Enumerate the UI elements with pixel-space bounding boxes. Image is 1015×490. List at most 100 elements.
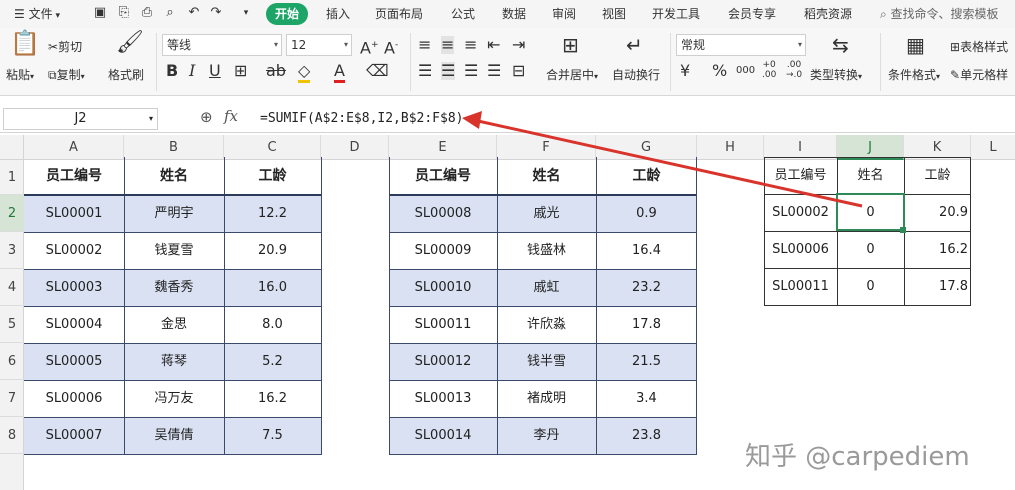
header-cell[interactable]: 工龄	[596, 157, 697, 195]
cell-id[interactable]: SL00004	[24, 306, 124, 343]
file-menu[interactable]: ☰ 文件 ▾	[14, 0, 60, 28]
copy-button[interactable]: ⧉复制▾	[48, 66, 85, 83]
justify-icon[interactable]: ☰	[487, 62, 501, 80]
cell-tenure[interactable]: 16.2	[224, 380, 321, 417]
decrease-decimal-icon[interactable]: .00 →.0	[786, 60, 802, 80]
cell-tenure[interactable]: 16.0	[224, 269, 321, 306]
tab-developer[interactable]: 开发工具	[652, 0, 700, 28]
cell-name-result[interactable]: 0	[837, 268, 904, 305]
cell-id[interactable]: SL00007	[24, 417, 124, 454]
table-style-button[interactable]: ⊞表格样式	[950, 38, 1008, 55]
cell-name[interactable]: 钱盛林	[497, 232, 596, 269]
row-header-5[interactable]: 5	[0, 306, 24, 343]
command-search[interactable]: ⌕ 查找命令、搜索模板	[880, 0, 999, 28]
row-header-3[interactable]: 3	[0, 232, 24, 269]
row-header-7[interactable]: 7	[0, 380, 24, 417]
cell-name-result[interactable]: 0	[837, 231, 904, 268]
cell-tenure[interactable]: 17.8	[904, 268, 971, 305]
conditional-format-icon[interactable]: ▦	[906, 35, 925, 55]
cell-tenure[interactable]: 12.2	[224, 195, 321, 232]
header-cell[interactable]: 工龄	[224, 157, 321, 195]
decrease-indent-icon[interactable]: ⇤	[487, 36, 500, 54]
cell-tenure[interactable]: 16.2	[904, 231, 971, 268]
increase-font-icon[interactable]: A+	[360, 36, 379, 57]
type-convert-button[interactable]: 类型转换▾	[810, 66, 862, 83]
underline-icon[interactable]: U	[209, 62, 221, 80]
cell-tenure[interactable]: 7.5	[224, 417, 321, 454]
thousands-icon[interactable]: 000	[736, 62, 755, 80]
font-color-icon[interactable]: A	[334, 61, 345, 83]
fill-handle[interactable]	[900, 227, 906, 233]
decrease-font-icon[interactable]: A-	[384, 36, 398, 57]
align-bottom-icon[interactable]: ≡	[464, 36, 477, 54]
cell-id[interactable]: SL00006	[24, 380, 124, 417]
cell-name[interactable]: 吴倩倩	[124, 417, 224, 454]
italic-icon[interactable]: I	[189, 62, 195, 80]
cell-style-button[interactable]: ✎单元格样	[950, 66, 1008, 83]
increase-indent-icon[interactable]: ⇥	[512, 36, 525, 54]
cell-id[interactable]: SL00003	[24, 269, 124, 306]
save-icon[interactable]: ▣	[92, 5, 108, 21]
tab-member[interactable]: 会员专享	[728, 0, 776, 28]
currency-icon[interactable]: ¥	[680, 62, 690, 80]
undo-icon[interactable]: ↶	[186, 5, 202, 21]
tab-docer[interactable]: 稻壳资源	[804, 0, 852, 28]
number-format-select[interactable]: 常规 ▾	[676, 34, 806, 56]
align-right-icon[interactable]: ☰	[464, 62, 478, 80]
header-cell[interactable]: 员工编号	[24, 157, 124, 195]
borders-icon[interactable]: ⊞	[234, 62, 247, 80]
cell-name[interactable]: 魏香秀	[124, 269, 224, 306]
cell-tenure[interactable]: 21.5	[596, 343, 697, 380]
cell-id[interactable]: SL00002	[24, 232, 124, 269]
cell-name[interactable]: 许欣淼	[497, 306, 596, 343]
more-chevron-icon[interactable]: ▾	[238, 5, 254, 21]
cell-id[interactable]: SL00001	[24, 195, 124, 232]
print-preview-icon[interactable]: ⌕	[162, 5, 178, 21]
paste-button[interactable]: 粘贴▾	[6, 66, 34, 83]
header-cell[interactable]: 工龄	[904, 157, 971, 194]
formula-input[interactable]: =SUMIF(A$2:E$8,I2,B$2:F$8)	[260, 107, 464, 131]
header-cell[interactable]: 员工编号	[764, 157, 837, 194]
cell-id[interactable]: SL00009	[389, 232, 497, 269]
cell-name[interactable]: 钱夏雪	[124, 232, 224, 269]
align-middle-icon[interactable]: ≡	[441, 36, 455, 54]
type-convert-icon[interactable]: ⇆	[832, 35, 849, 55]
cell-id[interactable]: SL00006	[764, 231, 837, 268]
name-box[interactable]: J2 ▾	[3, 108, 158, 130]
eraser-icon[interactable]: ⌫	[366, 62, 389, 80]
cell-id[interactable]: SL00014	[389, 417, 497, 454]
wrap-text-button[interactable]: 自动换行	[612, 66, 660, 83]
row-header-6[interactable]: 6	[0, 343, 24, 380]
cell-tenure[interactable]: 3.4	[596, 380, 697, 417]
export-pdf-icon[interactable]: ⎘	[116, 5, 132, 21]
column-header-l[interactable]: L	[971, 135, 1015, 160]
cell-name[interactable]: 李丹	[497, 417, 596, 454]
cell-tenure[interactable]: 23.2	[596, 269, 697, 306]
redo-icon[interactable]: ↷	[208, 5, 224, 21]
font-size-select[interactable]: 12 ▾	[286, 34, 352, 56]
cell-tenure[interactable]: 23.8	[596, 417, 697, 454]
cell-id[interactable]: SL00010	[389, 269, 497, 306]
cell-tenure[interactable]: 20.9	[904, 194, 971, 231]
font-name-select[interactable]: 等线 ▾	[162, 34, 282, 56]
tab-data[interactable]: 数据	[502, 0, 526, 28]
wrap-icon[interactable]: ↵	[626, 35, 643, 55]
conditional-format-button[interactable]: 条件格式▾	[888, 66, 940, 83]
tab-start[interactable]: 开始	[266, 3, 308, 25]
cell-tenure[interactable]: 16.4	[596, 232, 697, 269]
cell-name[interactable]: 蒋琴	[124, 343, 224, 380]
header-cell[interactable]: 姓名	[124, 157, 224, 195]
header-cell[interactable]: 姓名	[497, 157, 596, 195]
merge-icon[interactable]: ⊞	[562, 35, 579, 55]
cell-name[interactable]: 褚成明	[497, 380, 596, 417]
format-painter-button[interactable]: 格式刷	[108, 66, 144, 83]
tab-view[interactable]: 视图	[602, 0, 626, 28]
cell-id[interactable]: SL00011	[389, 306, 497, 343]
tab-page-layout[interactable]: 页面布局	[375, 0, 423, 28]
column-header-h[interactable]: H	[697, 135, 764, 160]
header-cell[interactable]: 姓名	[837, 157, 904, 194]
header-cell[interactable]: 员工编号	[389, 157, 497, 195]
brush-icon[interactable]: 🖌	[116, 32, 144, 54]
distributed-icon[interactable]: ⊟	[512, 62, 525, 80]
row-header-4[interactable]: 4	[0, 269, 24, 306]
